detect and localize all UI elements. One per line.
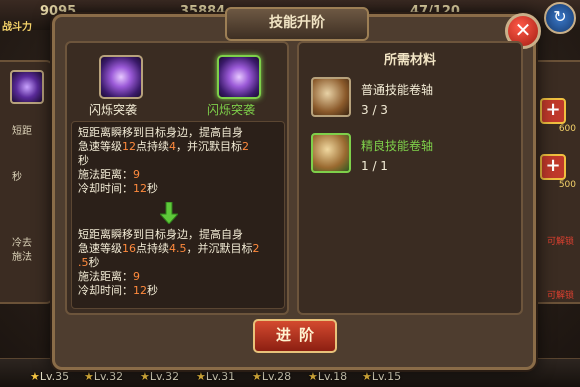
left-side-panel: 短距 秒 冷去 施法 <box>0 60 54 304</box>
star-icon: ★ <box>30 370 40 383</box>
hero-level-1[interactable]: ★Lv.35 <box>30 370 69 383</box>
next-skill-name: 闪烁突袭 <box>207 103 256 117</box>
skill-upgrade-dialog: 技能升阶 ✕ 闪烁突袭 闪烁突袭 短距离瞬移到目标身边，提高自身 急速等级12点… <box>52 7 541 370</box>
add-plus-button-1[interactable]: + <box>540 98 566 124</box>
hero-level-5[interactable]: ★Lv.28 <box>252 370 291 383</box>
left-text-1: 短距 <box>12 126 32 137</box>
hero-level-6[interactable]: ★Lv.18 <box>308 370 347 383</box>
materials-panel: 所需材料 普通技能卷轴 3 / 3 精良技能卷轴 1 / 1 <box>297 41 523 315</box>
hero-level-7[interactable]: ★Lv.15 <box>362 370 401 383</box>
star-icon: ★ <box>84 370 94 383</box>
hero-level-2[interactable]: ★Lv.32 <box>84 370 123 383</box>
unlock-label-1: 可解锁 <box>546 237 574 247</box>
advance-button[interactable]: 进阶 <box>253 319 337 353</box>
dialog-title: 技能升阶 <box>225 7 369 41</box>
gold-value-1: 600 <box>558 124 576 134</box>
skill-compare: 闪烁突袭 闪烁突袭 <box>69 47 285 117</box>
fine-scroll-icon[interactable] <box>311 133 351 173</box>
next-skill-description: 短距离瞬移到目标身边，提高自身 急速等级16点持续4.5，并沉默目标2 .5秒 … <box>78 228 260 297</box>
star-icon: ★ <box>140 370 150 383</box>
combat-power-label: 战斗力 <box>2 22 32 33</box>
current-skill-icon <box>99 55 143 99</box>
next-skill-icon <box>217 55 261 99</box>
current-skill-name: 闪烁突袭 <box>89 103 138 117</box>
skill-panel: 闪烁突袭 闪烁突袭 短距离瞬移到目标身边，提高自身 急速等级12点持续4，并沉默… <box>65 41 289 315</box>
star-icon: ★ <box>252 370 262 383</box>
skill-description-box: 短距离瞬移到目标身边，提高自身 急速等级12点持续4，并沉默目标2 秒 施法距离… <box>71 121 285 309</box>
hero-level-3[interactable]: ★Lv.32 <box>140 370 179 383</box>
material-name-2: 精良技能卷轴 <box>361 139 434 153</box>
star-icon: ★ <box>362 370 372 383</box>
add-plus-button-2[interactable]: + <box>540 154 566 180</box>
left-skill-gem-icon <box>10 70 44 104</box>
material-name-1: 普通技能卷轴 <box>361 83 434 97</box>
material-count-2: 1 / 1 <box>361 159 388 173</box>
unlock-label-2: 可解锁 <box>546 291 574 301</box>
material-count-1: 3 / 3 <box>361 103 388 117</box>
materials-title: 所需材料 <box>383 53 436 68</box>
left-text-2: 秒 <box>12 172 22 183</box>
gold-value-2: 500 <box>558 180 576 190</box>
back-refresh-icon[interactable]: ↻ <box>544 2 576 34</box>
hero-level-4[interactable]: ★Lv.31 <box>196 370 235 383</box>
star-icon: ★ <box>308 370 318 383</box>
current-skill-description: 短距离瞬移到目标身边，提高自身 急速等级12点持续4，并沉默目标2 秒 施法距离… <box>78 126 249 195</box>
arrow-down-icon <box>160 202 178 224</box>
left-text-3: 冷去 <box>12 238 32 249</box>
left-text-4: 施法 <box>12 252 32 263</box>
star-icon: ★ <box>196 370 206 383</box>
common-scroll-icon[interactable] <box>311 77 351 117</box>
